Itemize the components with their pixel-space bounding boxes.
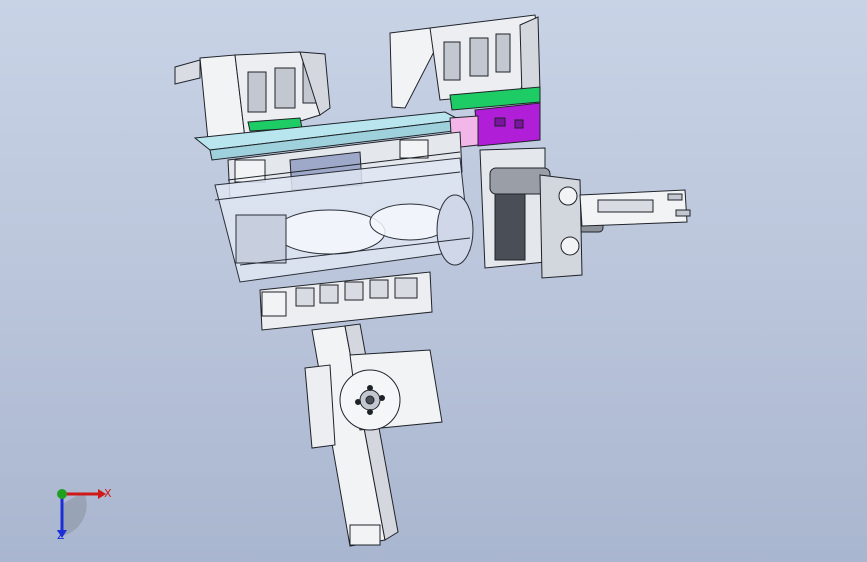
assembly-model[interactable]: [0, 0, 867, 562]
purple-block: [449, 102, 541, 149]
lower-mechanism: [259, 271, 433, 331]
axis-triad: X Y Z: [46, 478, 116, 544]
right-actuator: [479, 147, 691, 279]
origin-sphere-icon: [57, 489, 67, 499]
cad-viewport[interactable]: X Y Z: [0, 0, 867, 562]
rotary-motor: [339, 349, 443, 431]
axis-x-label: X: [104, 487, 112, 500]
axis-z-label: Z: [57, 529, 65, 542]
